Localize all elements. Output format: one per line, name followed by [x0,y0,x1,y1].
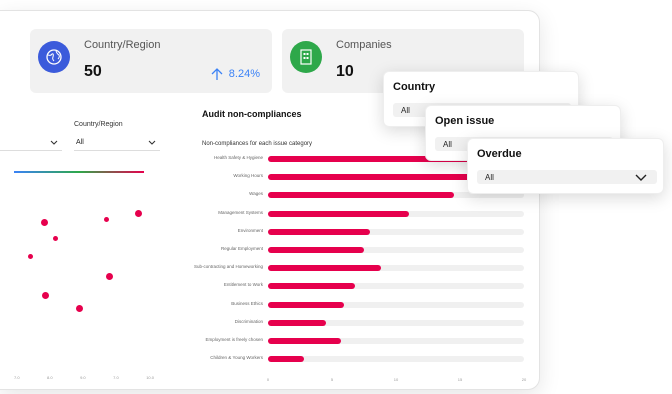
country-region-select[interactable]: All [74,137,160,151]
select-value: All [401,106,410,115]
popup-title: Country [393,81,436,93]
x-tick-label: 5 [330,377,334,382]
bar-category-label: Wages [249,191,263,197]
filter-label: Country/Region [74,121,123,128]
arrow-up-icon [211,68,223,80]
bar-category-label: Health Safety & Hygiene [213,155,263,160]
select-value: All [76,139,84,146]
x-tick-label: 20 [521,377,527,382]
bar-category-label: Discrimination [234,318,263,324]
bar-row: Regular Employment [160,245,535,255]
bar-category-label: Regular Employment [220,246,263,251]
bar-track [268,356,524,363]
kpi-delta: 8.24% [211,67,260,81]
kpi-value: 10 [336,63,354,80]
bar-row: Employment is freely chosen [160,336,535,346]
dashboard-card: Country/Region 50 8.24% Companies 10 Cou… [0,10,540,390]
popup-title: Overdue [477,148,522,160]
legend-gradient [14,171,144,173]
bar-row: Management Systems [160,209,535,219]
audit-subtitle: Non-compliances for each issue category [202,141,313,147]
scatter-point [106,273,113,280]
bar[interactable] [268,265,381,272]
bar-category-label: Business Ethics [231,300,263,306]
chevron-down-icon [148,140,156,145]
tick-label: 9.0 [80,375,86,380]
scatter-point [135,210,142,217]
bar-category-label: Employment is freely chosen [205,337,263,342]
scatter-panel: Country/Region All 7.0 8.0 9.0 7.0 10.0 [0,111,160,389]
tick-label: 8.0 [47,375,53,380]
scatter-point [76,305,83,312]
tick-label: 7.0 [14,375,20,380]
bar-row: Business Ethics [160,300,535,310]
bar[interactable] [268,301,344,308]
kpi-value: 50 [84,63,102,80]
bar-row: Entitlement to Work [160,281,535,291]
bar-row: Discrimination [160,318,535,328]
bar[interactable] [268,356,304,363]
bar-row: Children & Young Workers [160,354,535,364]
x-tick-label: 15 [457,377,463,382]
overdue-select[interactable]: All [477,170,657,184]
scatter-point [42,292,49,299]
x-tick-label: 0 [266,377,270,382]
bar-category-label: Working Hours [233,173,263,179]
bar[interactable] [268,192,454,199]
scatter-point [28,254,33,259]
bar[interactable] [268,319,326,326]
scatter-point [53,236,58,241]
x-tick-label: 10 [393,377,399,382]
kpi-delta-value: 8.24% [228,68,260,80]
bar-row: Environment [160,227,535,237]
bar-category-label: Sub-contracting and Homeworking [193,264,263,270]
bar-category-label: Management Systems [218,209,263,215]
chevron-down-icon [50,140,58,145]
bar-category-label: Environment [237,227,263,233]
select-value: All [485,173,494,182]
bar-row: Sub-contracting and Homeworking [160,263,535,273]
globe-icon [38,41,70,73]
audit-title: Audit non-compliances [202,109,302,119]
bar[interactable] [268,247,364,253]
bar-category-label: Children & Young Workers [210,355,263,361]
kpi-label: Country/Region [84,39,161,51]
kpi-country-region: Country/Region 50 8.24% [30,29,272,93]
select-value: All [443,140,452,149]
scatter-point [41,219,48,226]
overdue-filter-popup: Overdue All [467,138,664,194]
scatter-point [104,217,109,222]
filter-select-left[interactable] [0,137,62,151]
building-icon [290,41,322,73]
bar[interactable] [268,283,356,290]
bar[interactable] [268,228,371,235]
tick-label: 7.0 [113,375,119,380]
bar[interactable] [268,210,409,217]
bar-category-label: Entitlement to Work [223,282,263,288]
kpi-label: Companies [336,39,392,51]
popup-title: Open issue [435,115,495,127]
chevron-down-icon [635,174,647,181]
bar[interactable] [268,338,341,344]
scatter-axis-ticks: 7.0 8.0 9.0 7.0 10.0 [14,375,154,380]
tick-label: 10.0 [146,375,154,380]
